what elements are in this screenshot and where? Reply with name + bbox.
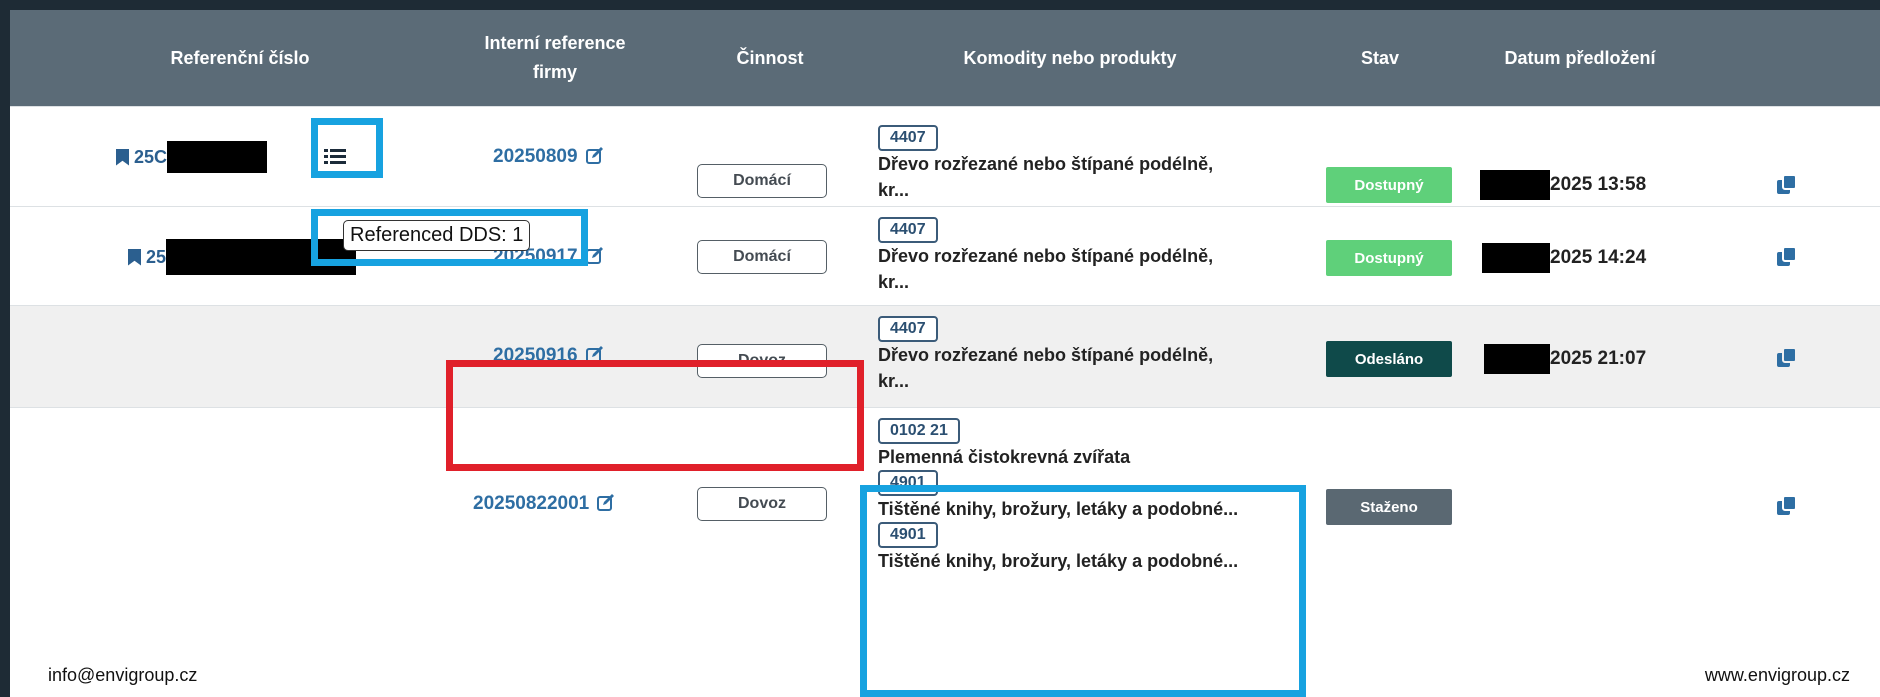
header-activity[interactable]: Činnost (700, 10, 840, 106)
redacted-block (1484, 344, 1550, 374)
commodity-description: Dřevo rozřezané nebo štípané podélně, (878, 345, 1214, 365)
commodity-description: Dřevo rozřezané nebo štípané podélně, (878, 246, 1214, 266)
header-internal-reference[interactable]: Interní reference firmy (440, 10, 670, 106)
highlight-box-list-icon (311, 118, 383, 178)
redacted-block (167, 141, 268, 173)
table-row: 20250916 Dovoz 4407 Dřevo rozřezané nebo… (10, 305, 1880, 407)
activity-button[interactable]: Dovoz (697, 487, 827, 521)
status-badge: Staženo (1326, 489, 1452, 525)
bookmark-icon (128, 248, 141, 266)
edit-icon[interactable] (585, 246, 604, 269)
activity-button[interactable]: Domácí (697, 164, 827, 198)
highlight-box-tooltip (311, 209, 588, 266)
header-commodities[interactable]: Komodity nebo produkty (910, 10, 1230, 106)
header-status[interactable]: Stav (1330, 10, 1430, 106)
submission-date-value: 2025 21:07 (1550, 348, 1647, 369)
internal-reference-value[interactable]: 20250809 (493, 146, 578, 168)
commodity-description: Dřevo rozřezané nebo štípané podélně, (878, 154, 1214, 174)
reference-number-link[interactable]: 25C (134, 147, 167, 168)
submission-date: 2025 14:24 (1482, 240, 1646, 276)
submission-date-value: 2025 13:58 (1550, 174, 1647, 195)
footer-website[interactable]: www.envigroup.cz (1705, 665, 1850, 686)
internal-reference-cell[interactable]: 20250822001 (473, 474, 615, 534)
submission-date-value: 2025 14:24 (1550, 247, 1647, 268)
header-submission-date[interactable]: Datum předložení (1470, 10, 1690, 106)
commodity-description-more: kr... (878, 180, 910, 200)
redacted-block (1482, 243, 1550, 273)
commodities-cell: 4407 Dřevo rozřezané nebo štípané podéln… (878, 125, 1213, 203)
internal-reference-cell[interactable]: 20250809 (493, 107, 604, 207)
edit-icon[interactable] (585, 146, 604, 169)
header-internal-reference-line2: firmy (532, 62, 577, 82)
footer-email[interactable]: info@envigroup.cz (48, 665, 197, 686)
highlight-box-internal-reference (446, 360, 864, 471)
copy-icon[interactable] (1775, 245, 1799, 269)
commodity-code-badge: 4407 (878, 217, 938, 243)
submission-date: 2025 21:07 (1484, 341, 1646, 377)
table-header: Referenční číslo Interní reference firmy… (10, 10, 1880, 106)
declarations-table-frame: Referenční číslo Interní reference firmy… (10, 10, 1880, 697)
redacted-block (1480, 170, 1550, 200)
table-row: 25 20250917 Domácí 4407 Dřevo rozřezané … (10, 206, 1880, 305)
commodity-code-badge: 0102 21 (878, 418, 960, 444)
status-badge: Dostupný (1326, 167, 1452, 203)
internal-reference-value[interactable]: 20250822001 (473, 493, 589, 515)
header-reference-number[interactable]: Referenční číslo (90, 10, 390, 106)
commodities-cell: 4407 Dřevo rozřezané nebo štípané podéln… (878, 316, 1213, 394)
commodity-code-badge: 4407 (878, 125, 938, 151)
copy-icon[interactable] (1775, 173, 1799, 197)
commodity-code-badge: 4407 (878, 316, 938, 342)
commodity-description-more: kr... (878, 371, 910, 391)
table-row: 25C 20250809 Domácí 4407 Dřevo rozřezané… (10, 106, 1880, 206)
status-badge: Dostupný (1326, 240, 1452, 276)
activity-button[interactable]: Domácí (697, 240, 827, 274)
commodity-description: Plemenná čistokrevná zvířata (878, 447, 1131, 467)
commodity-description-more: kr... (878, 272, 910, 292)
highlight-box-commodities (860, 485, 1306, 697)
edit-icon[interactable] (597, 493, 615, 516)
status-badge: Odesláno (1326, 341, 1452, 377)
bookmark-icon (116, 148, 129, 166)
reference-number-link[interactable]: 25 (146, 247, 166, 268)
header-internal-reference-line1: Interní reference (484, 33, 626, 53)
copy-icon[interactable] (1775, 346, 1799, 370)
commodities-cell: 4407 Dřevo rozřezané nebo štípané podéln… (878, 217, 1213, 295)
reference-number-cell[interactable]: 25C (116, 107, 268, 207)
copy-icon[interactable] (1775, 494, 1799, 518)
submission-date: 2025 13:58 (1480, 167, 1646, 203)
